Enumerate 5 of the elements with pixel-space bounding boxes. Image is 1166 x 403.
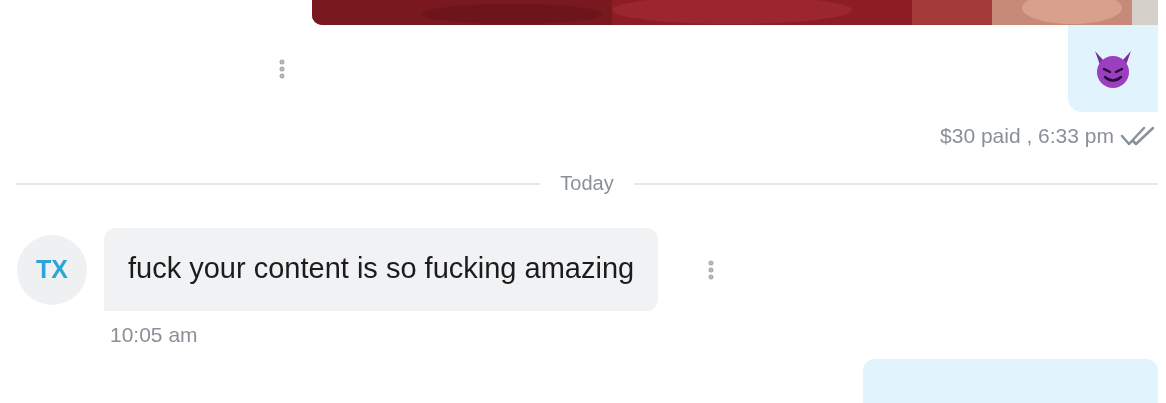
message-status: $30 paid , 6:33 pm: [940, 124, 1114, 148]
message-bubble: fuck your content is so fucking amazing: [104, 228, 659, 311]
date-divider-label: Today: [560, 172, 614, 195]
message-time: 10:05 am: [109, 322, 199, 347]
avatar[interactable]: TX: [17, 234, 87, 305]
